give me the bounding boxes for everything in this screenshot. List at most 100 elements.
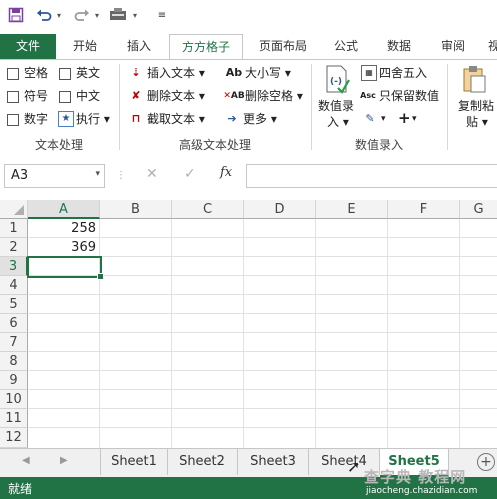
- checkbox-chinese-label: 中文: [76, 89, 101, 103]
- execute-icon[interactable]: ★: [58, 111, 74, 127]
- plus-button[interactable]: +: [398, 110, 411, 126]
- row-header-3[interactable]: 3: [0, 257, 28, 276]
- tab-file[interactable]: 文件: [0, 34, 56, 59]
- row-header-1[interactable]: 1: [0, 219, 28, 238]
- sheet-tab-4[interactable]: Sheet4: [309, 449, 380, 475]
- tab-formulas[interactable]: 公式: [323, 34, 369, 59]
- svg-text:(-): (-): [330, 77, 342, 87]
- checkbox-symbol[interactable]: [7, 91, 19, 103]
- paste-label-2[interactable]: 贴 ▾: [466, 114, 488, 130]
- status-bar: 就绪: [0, 477, 497, 499]
- sheet-tab-5[interactable]: Sheet5: [380, 449, 449, 477]
- insert-text-icon: ⇣: [131, 66, 141, 79]
- tab-home[interactable]: 开始: [60, 34, 110, 59]
- checkbox-english[interactable]: [59, 68, 71, 80]
- numeric-entry-label-2[interactable]: 入 ▾: [327, 114, 349, 130]
- row-header-4[interactable]: 4: [0, 276, 28, 295]
- name-box[interactable]: A3 ▾: [4, 164, 105, 188]
- numeric-entry-icon[interactable]: (-): [323, 64, 351, 94]
- insert-function-icon[interactable]: fx: [220, 165, 232, 180]
- selected-cell-a3[interactable]: [27, 256, 104, 280]
- paste-icon[interactable]: [461, 64, 487, 94]
- gridline: [459, 219, 460, 448]
- paste-label[interactable]: 复制粘: [458, 98, 494, 114]
- scroll-right-icon[interactable]: ▶: [60, 455, 68, 466]
- checkbox-number[interactable]: [7, 114, 19, 126]
- column-header-g[interactable]: G: [460, 200, 497, 219]
- group-separator: [447, 64, 448, 150]
- row-header-12[interactable]: 12: [0, 428, 28, 448]
- tab-page-layout[interactable]: 页面布局: [249, 34, 317, 59]
- save-icon[interactable]: [6, 4, 26, 26]
- keep-value-icon: Asc: [360, 91, 376, 100]
- tab-review[interactable]: 审阅: [430, 34, 476, 59]
- row-header-2[interactable]: 2: [0, 238, 28, 257]
- round-button[interactable]: 四舍五入: [379, 65, 427, 81]
- case-button[interactable]: 大小写 ▾: [245, 65, 291, 81]
- column-header-c[interactable]: C: [172, 200, 244, 219]
- round-icon: ▦: [361, 65, 377, 81]
- fill-handle[interactable]: [97, 273, 104, 280]
- checkbox-symbol-label: 符号: [24, 89, 49, 103]
- gridline: [171, 219, 172, 448]
- add-sheet-icon[interactable]: +: [477, 453, 495, 471]
- formula-input[interactable]: [246, 164, 497, 188]
- tab-view[interactable]: 视: [484, 34, 497, 59]
- checkbox-space[interactable]: [7, 68, 19, 80]
- customize-icon[interactable]: [106, 4, 130, 26]
- more-button[interactable]: 更多 ▾: [243, 111, 277, 127]
- status-ready: 就绪: [8, 482, 33, 496]
- row-header-10[interactable]: 10: [0, 390, 28, 409]
- customize-dropdown-icon[interactable]: ▾: [130, 4, 140, 26]
- delete-text-icon: ✘: [131, 89, 141, 102]
- qat-menu-icon[interactable]: ≡: [156, 4, 168, 26]
- column-header-a[interactable]: A: [28, 200, 100, 219]
- cell-a2[interactable]: 369: [28, 238, 96, 257]
- redo-dropdown-icon[interactable]: ▾: [92, 4, 102, 26]
- group-label-advanced-text: 高级文本处理: [178, 138, 251, 152]
- sheet-tab-bar: ◀ ▶ Sheet1 Sheet2 Sheet3 Sheet4 Sheet5 ➚…: [0, 448, 497, 478]
- extract-text-button[interactable]: 截取文本 ▾: [147, 111, 205, 127]
- column-header-e[interactable]: E: [316, 200, 388, 219]
- cancel-icon[interactable]: ✕: [146, 166, 158, 182]
- row-header-9[interactable]: 9: [0, 371, 28, 390]
- insert-text-button[interactable]: 插入文本 ▾: [147, 65, 205, 81]
- undo-icon[interactable]: [34, 4, 54, 26]
- name-box-dropdown-icon[interactable]: ▾: [95, 169, 100, 179]
- group-label-text-processing: 文本处理: [34, 138, 83, 152]
- tab-data[interactable]: 数据: [376, 34, 422, 59]
- gridline: [315, 219, 316, 448]
- row-header-11[interactable]: 11: [0, 409, 28, 428]
- sheet-tab-2[interactable]: Sheet2: [167, 449, 238, 475]
- tab-fangfang[interactable]: 方方格子: [169, 34, 243, 60]
- quick-access-toolbar: ▾ ▾ ▾ ≡: [0, 0, 497, 34]
- enter-icon[interactable]: ✓: [184, 166, 196, 182]
- cell-a1[interactable]: 258: [28, 219, 96, 238]
- sheet-tab-1[interactable]: Sheet1: [100, 449, 168, 475]
- column-header-f[interactable]: F: [388, 200, 460, 219]
- tab-insert[interactable]: 插入: [114, 34, 164, 59]
- row-header-6[interactable]: 6: [0, 314, 28, 333]
- edit-dropdown-icon[interactable]: ▾: [381, 111, 386, 127]
- column-header-d[interactable]: D: [244, 200, 316, 219]
- select-all-corner[interactable]: [0, 200, 28, 219]
- checkbox-chinese[interactable]: [59, 91, 71, 103]
- arrow-right-icon: ➔: [227, 112, 237, 125]
- edit-icon[interactable]: ✎: [361, 111, 379, 127]
- row-header-8[interactable]: 8: [0, 352, 28, 371]
- row-header-5[interactable]: 5: [0, 295, 28, 314]
- row-header-7[interactable]: 7: [0, 333, 28, 352]
- scroll-left-icon[interactable]: ◀: [22, 455, 30, 466]
- sheet-tab-3[interactable]: Sheet3: [238, 449, 309, 475]
- numeric-entry-label[interactable]: 数值录: [318, 98, 354, 114]
- delete-space-icon: ✕ AB: [223, 91, 245, 101]
- redo-icon[interactable]: [72, 4, 92, 26]
- execute-button[interactable]: 执行 ▾: [76, 111, 110, 127]
- undo-dropdown-icon[interactable]: ▾: [54, 4, 64, 26]
- plus-dropdown-icon[interactable]: ▾: [412, 111, 417, 127]
- column-header-b[interactable]: B: [100, 200, 172, 219]
- keep-value-button[interactable]: 只保留数值: [379, 88, 439, 104]
- mouse-cursor-icon: ➚: [347, 457, 361, 476]
- delete-space-button[interactable]: 删除空格 ▾: [245, 88, 303, 104]
- delete-text-button[interactable]: 删除文本 ▾: [147, 88, 205, 104]
